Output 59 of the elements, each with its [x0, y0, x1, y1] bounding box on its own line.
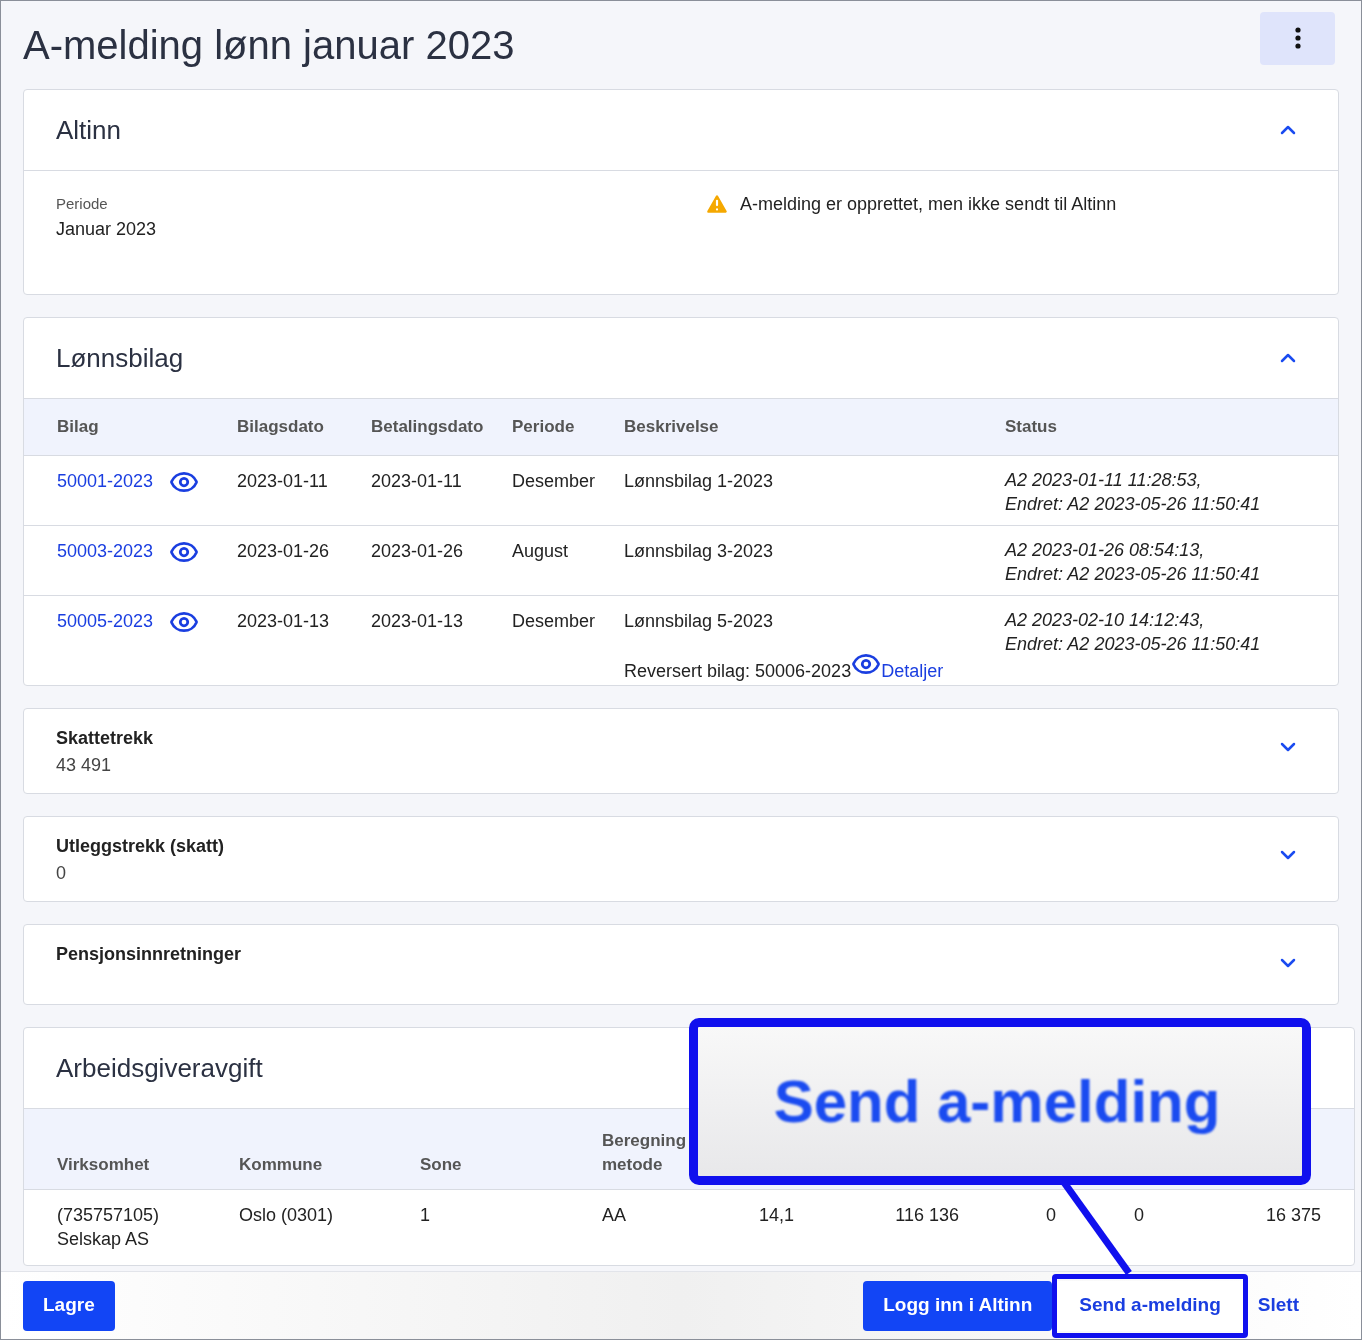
table-cell: Desember [512, 471, 596, 491]
section-heading: Pensjonsinnretninger [56, 943, 242, 966]
column-header: Virksomhet [57, 1154, 150, 1176]
section-heading: Skattetrekk [56, 727, 154, 750]
voucher-link[interactable]: 50001-2023 [57, 468, 154, 495]
table-cell-text: Lønnsbilag 1-2023 [624, 470, 775, 493]
warning-message: A-melding er opprettet, men ikke sendt til Altinn [740, 192, 1117, 216]
table-cell: 2023-01-26 [237, 541, 330, 561]
column-header: Sone [420, 1154, 462, 1176]
table-cell: 2023-01-13 [371, 611, 464, 631]
reversed-note: Reversert bilag: 50006-2023 [624, 660, 852, 683]
column-header: Bilag [57, 417, 99, 437]
table-cell-text: 1 [420, 1204, 430, 1227]
table-cell-text: Lønnsbilag 5-2023 [624, 610, 775, 633]
table-cell-text: Lønnsbilag 3-2023 [624, 540, 775, 563]
column-header: Beregning metode [602, 1130, 687, 1176]
column-header: Status [1005, 417, 1057, 437]
table-cell-text: 16 375 [1265, 1204, 1321, 1227]
callout-text: Send a-melding [773, 1066, 1221, 1137]
status-text: A2 2023-01-26 08:54:13, [1005, 539, 1206, 562]
table-cell-text: 0 [1134, 1204, 1144, 1227]
status-text: A2 2023-02-10 14:12:43, [1005, 609, 1206, 632]
table-cell-text: 14,1 [758, 1204, 794, 1227]
section-heading: Altinn [56, 113, 122, 147]
details-link[interactable]: Detaljer [881, 658, 944, 685]
table-cell: Desember [512, 611, 596, 631]
table-cell: 2023-01-11 [371, 471, 462, 491]
action-button[interactable]: Logg inn i Altinn [863, 1280, 1053, 1331]
table-cell-text: 0 [1046, 1204, 1056, 1227]
status-text: Endret: A2 2023-05-26 11:50:41 [1005, 563, 1262, 586]
table-cell-text: 116 136 [895, 1204, 959, 1227]
column-header: Kommune [239, 1154, 323, 1176]
table-cell-text: AA [602, 1204, 626, 1227]
section-heading: Lønnsbilag [56, 341, 184, 375]
table-cell: 2023-01-11 [237, 471, 328, 491]
action-button[interactable]: Lagre [23, 1280, 115, 1331]
voucher-link[interactable]: 50005-2023 [57, 608, 154, 635]
page-title: A-melding lønn januar 2023 [23, 22, 515, 69]
table-cell: 2023-01-26 [371, 541, 464, 561]
status-text: A2 2023-01-11 11:28:53, [1005, 469, 1203, 492]
section-heading: Arbeidsgiveravgift [56, 1051, 263, 1085]
field-label: Periode [56, 194, 109, 214]
section-value: 0 [56, 862, 67, 885]
column-header: Bilagsdato [237, 417, 324, 437]
field-value: Januar 2023 [56, 217, 158, 241]
section-heading: Utleggstrekk (skatt) [56, 835, 225, 858]
column-header: Betalingsdato [371, 417, 484, 437]
table-cell-text: Oslo (0301) [239, 1204, 334, 1227]
more-icon [1294, 27, 1301, 49]
column-header: Beskrivelse [624, 417, 719, 437]
action-button[interactable]: Slett [1247, 1280, 1309, 1331]
table-cell-text: (735757105) Selskap AS [57, 1204, 160, 1251]
section-value: 43 491 [56, 754, 113, 777]
table-cell: August [512, 541, 569, 561]
status-text: Endret: A2 2023-05-26 11:50:41 [1005, 633, 1262, 656]
column-header: Periode [512, 417, 575, 437]
status-text: Endret: A2 2023-05-26 11:50:41 [1005, 493, 1262, 516]
voucher-link[interactable]: 50003-2023 [57, 538, 154, 565]
table-cell: 2023-01-13 [237, 611, 330, 631]
